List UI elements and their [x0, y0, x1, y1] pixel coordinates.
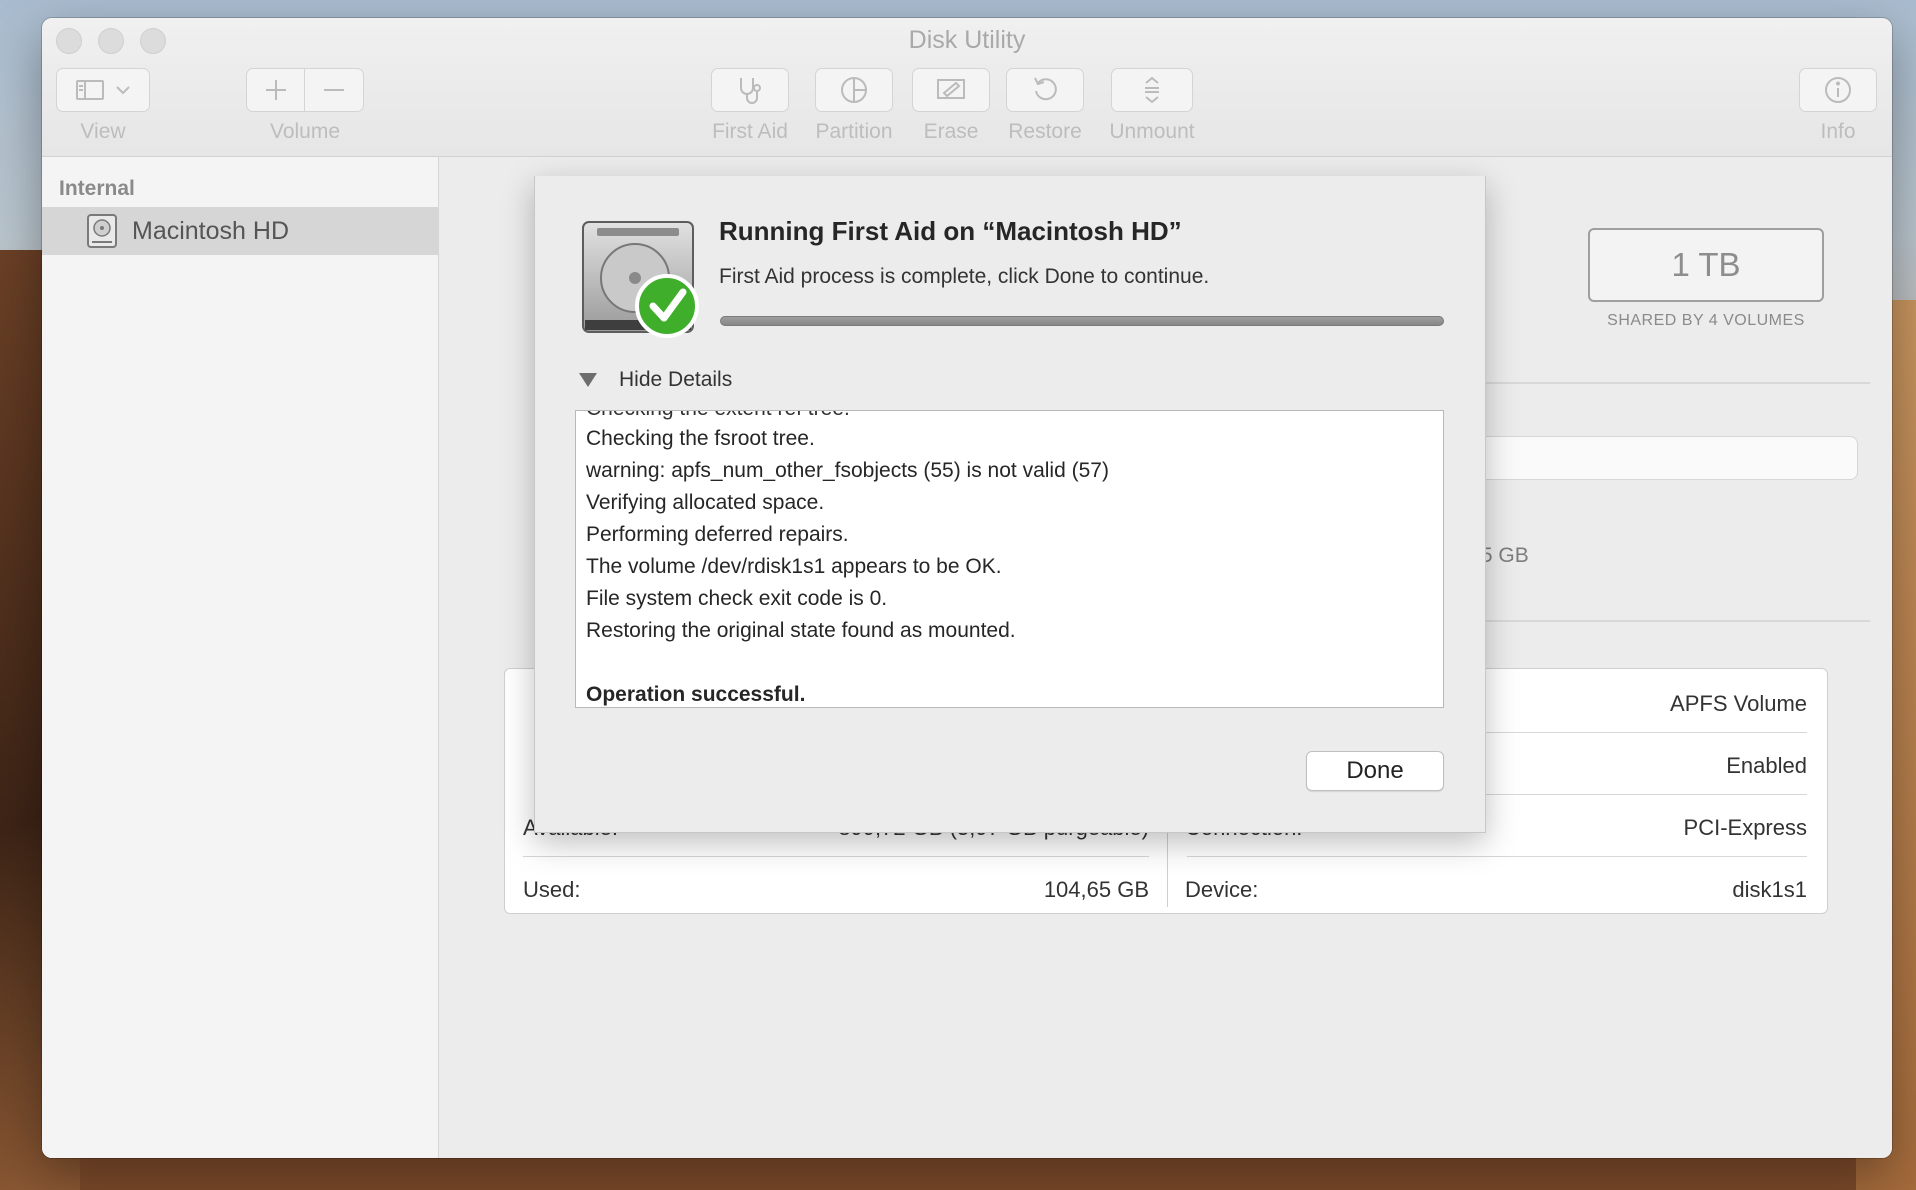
toolbar-volume: Volume — [246, 68, 364, 144]
volume-label: Volume — [269, 120, 341, 143]
erase-button[interactable] — [912, 68, 990, 112]
volume-segmented-control — [246, 68, 364, 112]
internal-disk-icon — [87, 214, 117, 248]
capacity-box: 1 TB — [1588, 228, 1824, 302]
stethoscope-icon — [740, 78, 761, 104]
window-title: Disk Utility — [908, 26, 1026, 54]
sheet-title: Running First Aid on “Macintosh HD” — [719, 216, 1182, 246]
remove-volume-button[interactable] — [305, 68, 364, 112]
partition-label: Partition — [815, 120, 893, 143]
add-volume-button[interactable] — [246, 68, 305, 112]
info-label: Info — [1820, 120, 1856, 143]
toolbar-erase[interactable]: Erase — [909, 68, 993, 144]
disk-utility-window: Disk Utility View Volume First Aid Parti… — [42, 18, 1892, 1158]
progress-bar — [720, 316, 1444, 326]
toolbar-partition[interactable]: Partition — [808, 68, 900, 144]
toolbar-info[interactable]: Info — [1798, 68, 1878, 144]
eject-icon — [1145, 76, 1159, 104]
chevron-down-icon — [116, 86, 130, 95]
eraser-icon — [937, 79, 965, 99]
volume-type-value: APFS Volume — [1670, 691, 1807, 716]
sidebar-header-internal: Internal — [59, 177, 135, 200]
pie-chart-icon — [841, 77, 867, 103]
toolbar-restore[interactable]: Restore — [1003, 68, 1087, 144]
first-aid-button[interactable] — [711, 68, 789, 112]
owners-value: Enabled — [1726, 753, 1807, 778]
device-value: disk1s1 — [1732, 877, 1807, 902]
sidebar-item-label: Macintosh HD — [132, 216, 289, 245]
disk-success-icon — [582, 221, 699, 338]
first-aid-log[interactable]: Checking the extent ref tree. Checking t… — [575, 410, 1444, 708]
toolbar-first-aid[interactable]: First Aid — [700, 68, 800, 144]
restore-arrow-icon — [1034, 77, 1057, 101]
plus-icon — [265, 80, 286, 100]
log-line: File system check exit code is 0. — [586, 587, 888, 610]
partition-button[interactable] — [815, 68, 893, 112]
sidebar-toggle-icon — [76, 80, 104, 100]
sidebar-item-macintosh-hd[interactable]: Macintosh HD — [42, 207, 438, 255]
row-divider — [1187, 856, 1807, 857]
restore-label: Restore — [1008, 120, 1082, 143]
log-line: Checking the fsroot tree. — [586, 427, 815, 450]
erase-label: Erase — [923, 120, 979, 143]
unmount-button[interactable] — [1111, 68, 1193, 112]
first-aid-label: First Aid — [712, 120, 788, 143]
sidebar: Internal Macintosh HD — [42, 157, 439, 1158]
hide-details-toggle[interactable]: Hide Details — [579, 368, 732, 392]
view-button[interactable] — [56, 68, 150, 112]
log-line: Restoring the original state found as mo… — [586, 619, 1016, 642]
log-line-partial: Checking the extent ref tree. — [586, 411, 850, 421]
log-line: Performing deferred repairs. — [586, 523, 849, 546]
toolbar-view[interactable]: View — [56, 68, 150, 144]
disclosure-triangle-icon[interactable] — [579, 373, 597, 387]
minus-icon — [324, 89, 344, 91]
info-button[interactable] — [1799, 68, 1877, 112]
titlebar: Disk Utility View Volume First Aid Parti… — [42, 18, 1892, 157]
log-lines: Checking the fsroot tree. warning: apfs_… — [586, 423, 1109, 707]
row-divider — [523, 856, 1149, 857]
used-value: 104,65 GB — [1043, 877, 1149, 902]
toolbar-unmount[interactable]: Unmount — [1104, 68, 1200, 144]
done-button[interactable]: Done — [1306, 751, 1444, 791]
info-icon — [1825, 77, 1851, 103]
first-aid-sheet: Running First Aid on “Macintosh HD” Firs… — [534, 176, 1486, 833]
log-line-blank — [586, 647, 1109, 679]
hide-details-label: Hide Details — [619, 368, 733, 391]
sheet-message: First Aid process is complete, click Don… — [719, 265, 1210, 288]
device-label: Device: — [1185, 877, 1259, 902]
log-line: The volume /dev/rdisk1s1 appears to be O… — [586, 555, 1002, 578]
capacity-subtitle: SHARED BY 4 VOLUMES — [1607, 312, 1805, 329]
connection-value: PCI-Express — [1683, 815, 1807, 840]
log-line-result: Operation successful. — [586, 683, 806, 706]
unmount-label: Unmount — [1109, 120, 1195, 143]
view-label: View — [80, 120, 126, 143]
restore-button[interactable] — [1006, 68, 1084, 112]
log-line: Verifying allocated space. — [586, 491, 825, 514]
log-line: warning: apfs_num_other_fsobjects (55) i… — [586, 459, 1109, 482]
